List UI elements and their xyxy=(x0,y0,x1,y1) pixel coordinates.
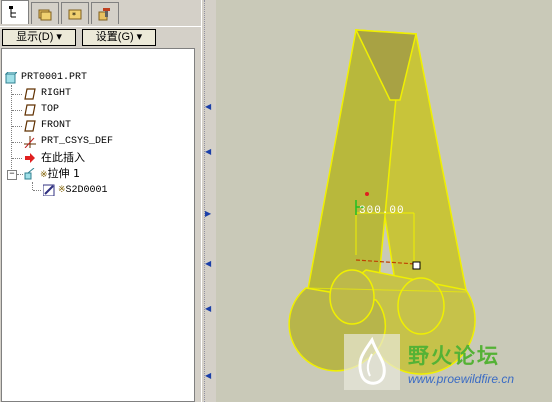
datum-plane-icon xyxy=(24,104,36,116)
forum-watermark: 野火论坛 www.proewildfire.cn xyxy=(342,332,552,402)
tree-item-label: 在此插入 xyxy=(41,151,85,164)
tree-item-sketch[interactable]: ※S2D0001 xyxy=(2,182,192,198)
settings-dropdown-button[interactable]: 设置(G) ▾ xyxy=(82,29,156,46)
folder-layers-icon xyxy=(38,9,52,21)
tree-item-label: ※拉伸 1 xyxy=(40,167,81,180)
collapse-left-icon[interactable]: ◀ xyxy=(205,103,211,111)
insert-here-icon xyxy=(25,153,35,163)
tree-item-front[interactable]: FRONT xyxy=(2,118,192,134)
tree-item-top[interactable]: TOP xyxy=(2,102,192,118)
datum-plane-icon xyxy=(24,88,36,100)
watermark-url: www.proewildfire.cn xyxy=(408,372,515,386)
tab-favorites[interactable]: * xyxy=(61,2,89,24)
drag-handle xyxy=(412,261,421,270)
csys-icon xyxy=(24,136,36,148)
tab-tools[interactable] xyxy=(91,2,119,24)
sketch-icon xyxy=(43,184,55,196)
model-tree-panel: * 显示(D) ▾ 设置(G) ▾ PRT0001.PRT RIGHT TOP … xyxy=(0,0,201,402)
datum-plane-icon xyxy=(24,120,36,132)
model-tree-icon xyxy=(9,6,16,18)
model-tree: PRT0001.PRT RIGHT TOP FRONT PRT_CSYS_DEF xyxy=(1,48,195,402)
panel-splitter[interactable]: ◀ ◀ ▶ ◀ ◀ ◀ xyxy=(201,0,215,402)
folder-star-icon: * xyxy=(68,9,82,20)
tools-icon xyxy=(98,8,110,21)
svg-text:*: * xyxy=(72,11,76,20)
hole-right xyxy=(397,277,445,335)
tree-item-insert-here[interactable]: 在此插入 xyxy=(2,150,192,166)
modified-marker-icon: ※ xyxy=(40,170,48,180)
tab-model-tree[interactable] xyxy=(1,0,29,24)
expand-right-icon[interactable]: ▶ xyxy=(205,210,211,218)
show-button-label: 显示(D) xyxy=(16,31,54,43)
settings-button-label: 设置(G) xyxy=(95,31,134,43)
tree-item-label: PRT0001.PRT xyxy=(21,72,88,83)
tree-item-extrude[interactable]: − ※拉伸 1 xyxy=(2,166,192,182)
watermark-title: 野火论坛 xyxy=(408,344,500,368)
tree-item-right[interactable]: RIGHT xyxy=(2,86,192,102)
tree-item-label: PRT_CSYS_DEF xyxy=(41,136,114,147)
tree-item-csys[interactable]: PRT_CSYS_DEF xyxy=(2,134,192,150)
show-dropdown-button[interactable]: 显示(D) ▾ xyxy=(2,29,76,46)
chevron-down-icon: ▾ xyxy=(56,31,62,43)
tree-item-label: RIGHT xyxy=(41,88,72,99)
modified-marker-icon: ※ xyxy=(58,185,66,195)
tree-toolbar: 显示(D) ▾ 设置(G) ▾ xyxy=(0,26,201,49)
flame-logo-icon xyxy=(344,334,400,390)
tree-item-part[interactable]: PRT0001.PRT xyxy=(2,70,192,86)
tree-item-label: FRONT xyxy=(41,120,72,131)
collapse-left-icon[interactable]: ◀ xyxy=(205,260,211,268)
navigator-tabs: * xyxy=(0,0,201,26)
graphics-viewport[interactable]: 300.00 野火论坛 www.proewildfire.cn xyxy=(216,0,552,402)
tab-layers[interactable] xyxy=(31,2,59,24)
collapse-left-icon[interactable]: ◀ xyxy=(205,305,211,313)
collapse-toggle[interactable]: − xyxy=(7,170,17,180)
collapse-left-icon[interactable]: ◀ xyxy=(205,148,211,156)
collapse-left-icon[interactable]: ◀ xyxy=(205,372,211,380)
tree-item-label: ※S2D0001 xyxy=(58,185,108,196)
chevron-down-icon: ▾ xyxy=(136,31,143,43)
extrude-icon xyxy=(24,168,35,180)
hole-left xyxy=(329,269,375,325)
tree-item-label: TOP xyxy=(41,104,60,115)
part-icon xyxy=(5,72,17,84)
dimension-value[interactable]: 300.00 xyxy=(359,205,405,217)
